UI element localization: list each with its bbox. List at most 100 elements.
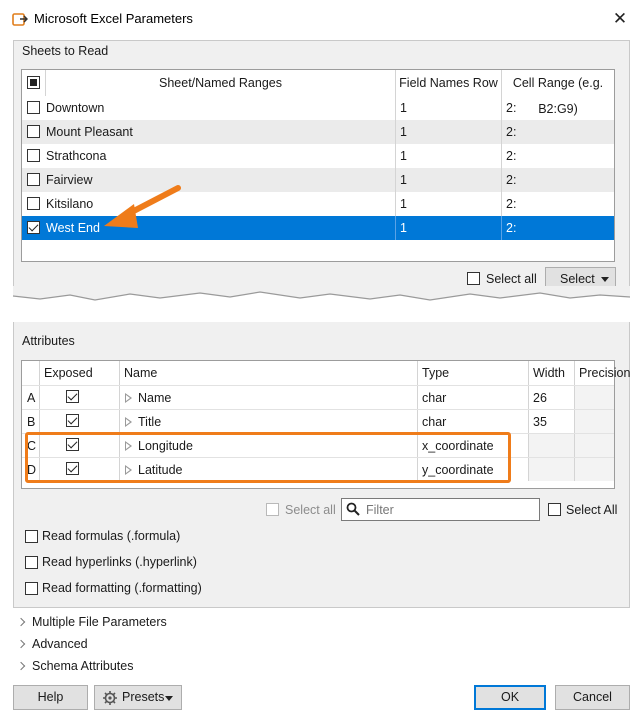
attr-name: Name — [138, 391, 172, 405]
section-schema-attributes[interactable]: Schema Attributes — [16, 659, 133, 673]
chevron-right-icon — [16, 661, 26, 671]
attr-type-cell[interactable]: y_coordinate — [418, 458, 529, 481]
exposed-checkbox[interactable] — [66, 438, 79, 451]
attribute-row[interactable]: C Longitude x_coordinate — [22, 433, 614, 457]
annotation-arrow — [104, 185, 181, 228]
field-names-row-cell[interactable]: 1 — [396, 96, 502, 120]
attr-name: Latitude — [138, 463, 183, 477]
sheet-name-cell[interactable]: Mount Pleasant — [22, 120, 396, 144]
read-formatting-checkbox[interactable] — [25, 582, 38, 595]
exposed-cell[interactable] — [40, 410, 120, 433]
sheet-row[interactable]: Strathcona 1 2: — [22, 144, 614, 168]
section-multiple-file-parameters[interactable]: Multiple File Parameters — [16, 615, 167, 629]
select-all-attributes-checkbox[interactable] — [266, 503, 279, 516]
sheet-checkbox[interactable] — [27, 149, 40, 162]
header-exposed[interactable]: Exposed — [40, 361, 120, 385]
cell-range-cell[interactable]: 2: — [502, 96, 614, 120]
header-cell-range[interactable]: Cell Range (e.g. B2:G9) — [502, 70, 614, 116]
read-formatting-label: Read formatting (.formatting) — [42, 581, 202, 595]
row-id: C — [22, 434, 40, 457]
select-all-right-label: Select All — [566, 503, 618, 517]
attributes-table: Exposed Name Type Width Precision A Name c… — [21, 360, 630, 489]
attr-width-cell[interactable]: 26 — [529, 386, 575, 409]
sheet-name-cell[interactable]: Strathcona — [22, 144, 396, 168]
header-row-id — [22, 361, 40, 385]
help-button[interactable]: Help — [13, 685, 88, 710]
header-width[interactable]: Width — [529, 361, 575, 385]
attr-width-cell[interactable] — [529, 434, 575, 457]
field-names-row-cell[interactable]: 1 — [396, 216, 502, 240]
expand-triangle-icon[interactable] — [125, 417, 132, 427]
exposed-checkbox[interactable] — [66, 390, 79, 403]
header-attr-name[interactable]: Name — [120, 361, 418, 385]
sheet-name: Kitsilano — [46, 197, 94, 211]
exposed-checkbox[interactable] — [66, 414, 79, 427]
sheet-checkbox[interactable] — [27, 173, 40, 186]
attr-name: Title — [138, 415, 162, 429]
header-select-checkbox[interactable] — [27, 76, 40, 89]
cell-range-cell[interactable]: 2: — [502, 216, 614, 240]
expand-triangle-icon[interactable] — [125, 441, 132, 451]
sheets-group-label: Sheets to Read — [22, 44, 109, 58]
row-id: A — [22, 386, 40, 409]
header-type[interactable]: Type — [418, 361, 529, 385]
sheet-row[interactable]: Mount Pleasant 1 2: — [22, 120, 614, 144]
chevron-right-icon — [16, 639, 26, 649]
close-button[interactable]: ✕ — [606, 6, 634, 32]
attribute-row[interactable]: A Name char 26 — [22, 385, 614, 409]
attr-name-cell[interactable]: Longitude — [120, 434, 418, 457]
sheet-checkbox[interactable] — [27, 197, 40, 210]
attr-precision-cell[interactable] — [575, 410, 614, 433]
expand-triangle-icon[interactable] — [125, 465, 132, 475]
sheet-name-cell[interactable]: West End — [22, 216, 396, 240]
sheet-name-cell[interactable]: Kitsilano — [22, 192, 396, 216]
presets-button[interactable]: Presets — [94, 685, 182, 710]
field-names-row-cell[interactable]: 1 — [396, 192, 502, 216]
header-field-names-row[interactable]: Field Names Row — [396, 70, 502, 96]
exposed-checkbox[interactable] — [66, 462, 79, 475]
sheet-name-cell[interactable]: Fairview — [22, 168, 396, 192]
ok-button[interactable]: OK — [474, 685, 546, 710]
header-sheet-name[interactable]: Sheet/Named Ranges — [46, 70, 396, 96]
sheet-checkbox[interactable] — [27, 221, 40, 234]
attr-type-cell[interactable]: char — [418, 386, 529, 409]
exposed-cell[interactable] — [40, 434, 120, 457]
section-advanced[interactable]: Advanced — [16, 637, 88, 651]
attr-width-cell[interactable]: 35 — [529, 410, 575, 433]
exposed-cell[interactable] — [40, 458, 120, 481]
cell-range-cell[interactable]: 2: — [502, 120, 614, 144]
cell-range-cell[interactable]: 2: — [502, 144, 614, 168]
exposed-cell[interactable] — [40, 386, 120, 409]
attribute-row[interactable]: D Latitude y_coordinate — [22, 457, 614, 481]
sheet-checkbox[interactable] — [27, 101, 40, 114]
cancel-button[interactable]: Cancel — [555, 685, 630, 710]
select-all-right-checkbox[interactable] — [548, 503, 561, 516]
field-names-row-cell[interactable]: 1 — [396, 168, 502, 192]
read-formulas-label: Read formulas (.formula) — [42, 529, 181, 543]
sheet-name: Strathcona — [46, 149, 107, 163]
attr-name-cell[interactable]: Latitude — [120, 458, 418, 481]
field-names-row-cell[interactable]: 1 — [396, 144, 502, 168]
read-hyperlinks-checkbox[interactable] — [25, 556, 38, 569]
attr-type-cell[interactable]: x_coordinate — [418, 434, 529, 457]
attr-precision-cell[interactable] — [575, 434, 614, 457]
expand-triangle-icon[interactable] — [125, 393, 132, 403]
section-label: Advanced — [32, 637, 88, 651]
select-all-sheets-checkbox[interactable] — [467, 272, 480, 285]
attr-name-cell[interactable]: Name — [120, 386, 418, 409]
attr-precision-cell[interactable] — [575, 458, 614, 481]
sheet-name-cell[interactable]: Downtown — [22, 96, 396, 120]
cell-range-cell[interactable]: 2: — [502, 192, 614, 216]
read-formulas-checkbox[interactable] — [25, 530, 38, 543]
attribute-row[interactable]: B Title char 35 — [22, 409, 614, 433]
gear-icon — [103, 691, 117, 705]
field-names-row-cell[interactable]: 1 — [396, 120, 502, 144]
attr-type-cell[interactable]: char — [418, 410, 529, 433]
cell-range-cell[interactable]: 2: — [502, 168, 614, 192]
attr-width-cell[interactable] — [529, 458, 575, 481]
header-precision[interactable]: Precision — [575, 361, 630, 385]
attr-name-cell[interactable]: Title — [120, 410, 418, 433]
attr-precision-cell[interactable] — [575, 386, 614, 409]
sheet-row[interactable]: Downtown 1 2: — [22, 96, 614, 120]
sheet-checkbox[interactable] — [27, 125, 40, 138]
